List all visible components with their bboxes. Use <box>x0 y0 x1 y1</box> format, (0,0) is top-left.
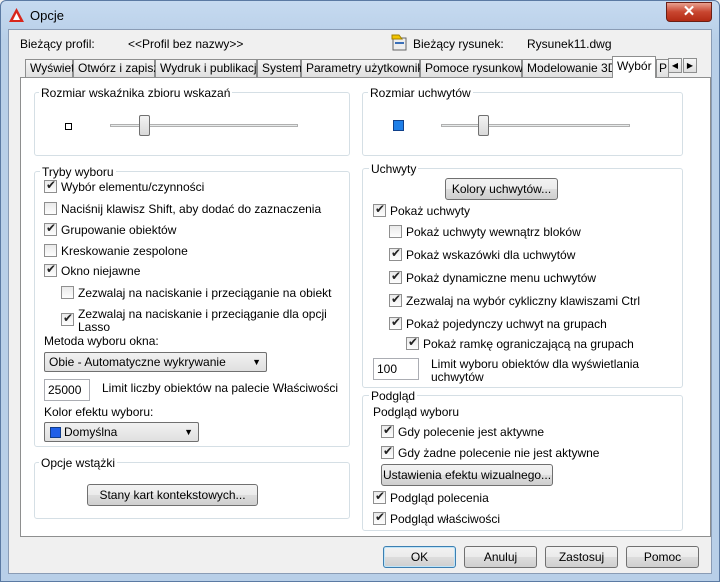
tab-open-save[interactable]: Otwórz i zapisz <box>73 59 159 77</box>
grip-object-limit-label-line2: uchwytów <box>431 370 484 384</box>
effect-color-value: Domyślna <box>64 425 118 439</box>
bounding-box-groups-label: Pokaż ramkę ograniczającą na grupach <box>423 337 634 351</box>
grip-slider-track[interactable] <box>441 124 630 127</box>
dynamic-grip-menu-label: Pokaż dynamiczne menu uchwytów <box>406 271 597 285</box>
autocad-logo-icon <box>9 8 24 22</box>
grip-tips-checkbox[interactable] <box>389 246 402 261</box>
grip-colors-button[interactable]: Kolory uchwytów... <box>445 178 558 200</box>
apply-button[interactable]: Zastosuj <box>545 546 618 568</box>
drawing-icon <box>391 34 407 51</box>
properties-limit-label: Limit liczby obiektów na palecie Właściw… <box>102 381 339 395</box>
bounding-box-groups-checkbox[interactable] <box>406 335 419 350</box>
implied-window-label: Okno niejawne <box>61 264 141 278</box>
tab-selection[interactable]: Wybór <box>612 56 656 78</box>
window-title: Opcje <box>30 8 64 23</box>
command-preview-checkbox[interactable] <box>373 489 386 504</box>
press-drag-object-label: Zezwalaj na naciskanie i przeciąganie na… <box>78 286 332 300</box>
tab-drafting[interactable]: Pomoce rysunkowe <box>420 59 530 77</box>
current-profile-label: Bieżący profil: <box>20 37 95 51</box>
ctrl-cycling-label: Zezwalaj na wybór cykliczny klawiszami C… <box>406 294 641 308</box>
show-grips-label: Pokaż uchwyty <box>390 204 471 218</box>
selection-preview-subtitle: Podgląd wyboru <box>373 405 460 419</box>
command-preview-label: Podgląd polecenia <box>390 491 489 505</box>
chevron-down-icon: ▼ <box>252 357 261 367</box>
tab-display[interactable]: Wyświetl <box>25 59 77 77</box>
object-grouping-label: Grupowanie obiektów <box>61 223 177 237</box>
shift-add-label: Naciśnij klawisz Shift, aby dodać do zaz… <box>61 202 322 216</box>
preview-no-command-checkbox[interactable] <box>381 444 394 459</box>
current-profile-value: <<Profil bez nazwy>> <box>128 37 244 51</box>
preview-title: Podgląd <box>369 389 418 403</box>
press-drag-object-checkbox[interactable] <box>61 286 74 299</box>
ctrl-cycling-checkbox[interactable] <box>389 292 402 307</box>
grips-in-blocks-label: Pokaż uchwyty wewnątrz bloków <box>406 225 581 239</box>
help-button[interactable]: Pomoc <box>626 546 699 568</box>
effect-color-select[interactable]: Domyślna ▼ <box>44 422 199 442</box>
ribbon-options-title: Opcje wstążki <box>39 456 118 470</box>
grips-in-blocks-checkbox[interactable] <box>389 225 402 238</box>
visual-effect-settings-button[interactable]: Ustawienia efektu wizualnego... <box>381 464 553 486</box>
pickbox-size-title: Rozmiar wskaźnika zbioru wskazań <box>39 86 233 100</box>
press-drag-lasso-label: Zezwalaj na naciskanie i przeciąganie dl… <box>78 307 327 321</box>
effect-color-label: Kolor efektu wyboru: <box>44 405 154 419</box>
grip-slider-thumb[interactable] <box>477 115 489 136</box>
noun-verb-label: Wybór elementu/czynności <box>61 180 205 194</box>
properties-limit-input[interactable]: 25000 <box>44 379 90 401</box>
window-method-label: Metoda wyboru okna: <box>44 334 159 348</box>
ok-button[interactable]: OK <box>383 546 456 568</box>
object-grouping-checkbox[interactable] <box>44 221 57 236</box>
dynamic-grip-menu-checkbox[interactable] <box>389 269 402 284</box>
associative-hatch-checkbox[interactable] <box>44 244 57 257</box>
pickbox-slider-thumb[interactable] <box>138 115 150 136</box>
grip-object-limit-label: Limit wyboru obiektów dla wyświetlania <box>431 357 640 371</box>
tab-user-preferences[interactable]: Parametry użytkownika <box>301 59 430 77</box>
tab-scroll-right-button[interactable]: ▶ <box>683 58 697 73</box>
property-preview-checkbox[interactable] <box>373 510 386 525</box>
press-drag-lasso-label-line2: Lasso <box>78 320 111 334</box>
arrow-left-icon: ◀ <box>671 61 679 70</box>
preview-command-active-label: Gdy polecenie jest aktywne <box>398 425 545 439</box>
noun-verb-checkbox[interactable] <box>44 178 57 193</box>
implied-window-checkbox[interactable] <box>44 262 57 277</box>
single-grip-groups-checkbox[interactable] <box>389 315 402 330</box>
preview-no-command-label: Gdy żadne polecenie nie jest aktywne <box>398 446 600 460</box>
window-method-select[interactable]: Obie - Automatyczne wykrywanie ▼ <box>44 352 267 372</box>
selection-modes-title: Tryby wyboru <box>40 165 116 179</box>
current-drawing-label: Bieżący rysunek: <box>413 37 504 51</box>
pickbox-preview-icon <box>65 123 72 130</box>
chevron-down-icon: ▼ <box>184 427 193 437</box>
grip-size-title: Rozmiar uchwytów <box>368 86 473 100</box>
color-swatch-icon <box>50 427 61 438</box>
press-drag-lasso-checkbox[interactable] <box>61 311 74 326</box>
single-grip-groups-label: Pokaż pojedynczy uchwyt na grupach <box>406 317 607 331</box>
tab-scroll-left-button[interactable]: ◀ <box>668 58 682 73</box>
grips-title: Uchwyty <box>369 162 419 176</box>
current-drawing-value: Rysunek11.dwg <box>527 37 612 51</box>
preview-command-active-checkbox[interactable] <box>381 423 394 438</box>
grip-object-limit-input[interactable]: 100 <box>373 358 419 380</box>
close-button[interactable]: ✕ <box>666 2 712 22</box>
cancel-button[interactable]: Anuluj <box>464 546 537 568</box>
grip-tips-label: Pokaż wskazówki dla uchwytów <box>406 248 576 262</box>
window-method-value: Obie - Automatyczne wykrywanie <box>49 355 226 369</box>
property-preview-label: Podgląd właściwości <box>390 512 501 526</box>
associative-hatch-label: Kreskowanie zespolone <box>61 244 188 258</box>
tab-plot-publish[interactable]: Wydruk i publikacja <box>155 59 263 77</box>
tab-3d-modeling[interactable]: Modelowanie 3D <box>522 59 616 77</box>
show-grips-checkbox[interactable] <box>373 202 386 217</box>
close-icon: ✕ <box>682 3 696 20</box>
grip-preview-icon <box>393 120 404 131</box>
arrow-right-icon: ▶ <box>686 61 694 70</box>
contextual-tab-states-button[interactable]: Stany kart kontekstowych... <box>87 484 258 506</box>
shift-add-checkbox[interactable] <box>44 202 57 215</box>
tab-system[interactable]: System <box>257 59 302 77</box>
